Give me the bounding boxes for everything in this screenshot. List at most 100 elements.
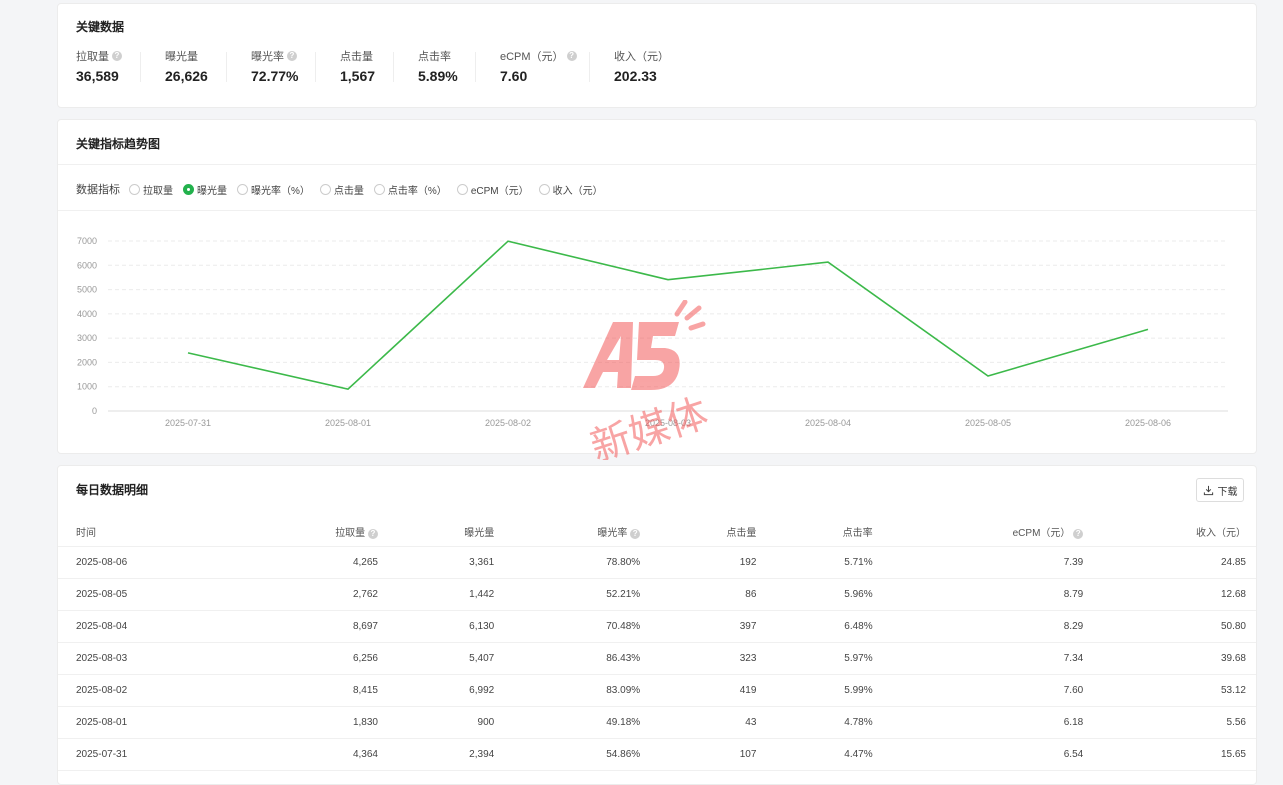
metric-label-text: eCPM（元） bbox=[500, 51, 564, 63]
table-cell: 4.78% bbox=[766, 706, 883, 739]
table-cell: 8.79 bbox=[882, 578, 1094, 611]
table-cell: 2025-08-01 bbox=[58, 706, 243, 739]
column-header-text: 点击率 bbox=[842, 527, 873, 539]
column-header-6: eCPM（元） ? bbox=[882, 516, 1094, 547]
column-header-text: 点击量 bbox=[726, 527, 757, 539]
table-row: 2025-08-02 8,415 6,992 83.09% 419 5.99% 7.60 53… bbox=[58, 674, 1256, 707]
help-icon[interactable]: ? bbox=[566, 51, 577, 61]
table-cell: 8,697 bbox=[242, 610, 388, 643]
column-header-3: 曝光率 ? bbox=[504, 516, 651, 547]
metric-label: 拉取量? bbox=[76, 48, 122, 64]
y-tick-label: 7000 bbox=[77, 236, 97, 246]
table-row: 2025-08-03 6,256 5,407 86.43% 323 5.97% 7.34 39… bbox=[58, 642, 1256, 675]
column-header-7: 收入（元） bbox=[1093, 516, 1256, 547]
table-cell: 78.80% bbox=[504, 546, 651, 579]
metric-divider bbox=[226, 52, 227, 82]
help-icon[interactable]: ? bbox=[112, 51, 122, 61]
help-icon[interactable]: ? bbox=[630, 528, 641, 539]
series-line bbox=[187, 240, 1149, 391]
x-tick-label: 2025-07-31 bbox=[165, 418, 211, 428]
radio-label: 收入（元） bbox=[552, 185, 603, 197]
table-cell: 2025-08-03 bbox=[58, 642, 243, 675]
radio-option-2[interactable]: 曝光率（%） bbox=[237, 182, 310, 197]
radio-circle[interactable] bbox=[237, 183, 248, 195]
help-icon[interactable]: ? bbox=[287, 51, 297, 61]
help-icon[interactable]: ? bbox=[367, 528, 378, 539]
table-cell: 4.47% bbox=[766, 738, 883, 771]
table-cell: 900 bbox=[387, 706, 505, 739]
column-header-0: 时间 bbox=[58, 516, 243, 547]
radio-label: 曝光率（%） bbox=[251, 185, 310, 197]
metric-3: 点击量 1,567 bbox=[340, 48, 375, 84]
y-tick-label: 0 bbox=[92, 406, 97, 416]
metric-value: 7.60 bbox=[500, 68, 528, 84]
metric-value: 202.33 bbox=[614, 68, 657, 84]
divider bbox=[58, 164, 1256, 165]
column-header-text: eCPM（元） bbox=[1012, 527, 1071, 539]
metric-label-text: 拉取量 bbox=[76, 51, 109, 63]
table-cell: 39.68 bbox=[1093, 642, 1256, 675]
radio-option-1[interactable]: 曝光量 bbox=[183, 182, 227, 197]
table-cell: 54.86% bbox=[504, 738, 651, 771]
radio-label: 点击量 bbox=[333, 185, 364, 197]
table-cell: 2025-08-04 bbox=[58, 610, 243, 643]
column-header-2: 曝光量 bbox=[387, 516, 505, 547]
metric-label-text: 曝光量 bbox=[165, 51, 198, 63]
table-cell: 6,130 bbox=[387, 610, 505, 643]
x-tick-label: 2025-08-06 bbox=[1125, 418, 1171, 428]
radio-option-4[interactable]: 点击率（%） bbox=[373, 182, 447, 197]
table-row: 2025-08-06 4,265 3,361 78.80% 192 5.71% 7.39 24… bbox=[58, 546, 1256, 579]
download-button[interactable]: 下载 bbox=[1196, 478, 1244, 502]
table-cell: 4,265 bbox=[242, 546, 388, 579]
table-cell: 43 bbox=[650, 706, 767, 739]
table-cell: 2025-08-05 bbox=[58, 578, 243, 611]
table-cell: 12.68 bbox=[1093, 578, 1256, 611]
radio-option-6[interactable]: 收入（元） bbox=[538, 182, 603, 197]
x-tick-label: 2025-08-01 bbox=[325, 418, 371, 428]
radio-option-0[interactable]: 拉取量 bbox=[129, 182, 173, 197]
radio-circle[interactable] bbox=[183, 183, 194, 195]
table-cell: 49.18% bbox=[504, 706, 651, 739]
table-cell: 15.65 bbox=[1093, 738, 1256, 771]
table-cell: 1,442 bbox=[387, 578, 505, 611]
x-tick-label: 2025-08-04 bbox=[805, 418, 851, 428]
metric-value: 36,589 bbox=[76, 68, 119, 84]
table-cell: 8.29 bbox=[882, 610, 1094, 643]
y-tick-label: 6000 bbox=[77, 260, 97, 270]
help-icon[interactable]: ? bbox=[1073, 528, 1084, 539]
radio-circle[interactable] bbox=[538, 183, 550, 195]
column-header-text: 曝光量 bbox=[464, 527, 495, 539]
table-cell: 419 bbox=[650, 674, 767, 707]
table-cell: 2,762 bbox=[242, 578, 388, 611]
column-header-4: 点击量 bbox=[650, 516, 767, 547]
metric-label: 曝光量 bbox=[165, 48, 208, 64]
metric-label: 点击率 bbox=[418, 48, 458, 64]
radio-circle[interactable] bbox=[373, 183, 385, 195]
radio-circle[interactable] bbox=[319, 183, 331, 195]
metric-6: 收入（元） 202.33 bbox=[614, 48, 669, 84]
metric-divider bbox=[393, 52, 394, 82]
radio-circle[interactable] bbox=[129, 183, 140, 195]
table-cell: 4,364 bbox=[242, 738, 388, 771]
table-cell: 2025-08-02 bbox=[58, 674, 243, 707]
table-row: 2025-08-01 1,830 900 49.18% 43 4.78% 6.18 5.56 bbox=[58, 706, 1256, 739]
x-tick-label: 2025-08-03 bbox=[645, 418, 691, 428]
download-icon bbox=[1203, 485, 1213, 495]
radio-circle[interactable] bbox=[456, 183, 468, 195]
key-metrics-card: 关键数据 拉取量? 36,589 曝光量 26,626 曝光率? 72.77% 点击量 1,5… bbox=[57, 3, 1257, 108]
table-cell: 107 bbox=[650, 738, 767, 771]
radio-label: 曝光量 bbox=[197, 185, 227, 197]
table-cell: 5.99% bbox=[766, 674, 883, 707]
table-cell: 7.60 bbox=[882, 674, 1094, 707]
table-cell: 70.48% bbox=[504, 610, 651, 643]
table-cell: 192 bbox=[650, 546, 767, 579]
metric-value: 1,567 bbox=[340, 68, 376, 84]
table-cell: 397 bbox=[650, 610, 767, 643]
table-cell: 323 bbox=[650, 642, 767, 675]
table-row: 2025-08-05 2,762 1,442 52.21% 86 5.96% 8.79 12.… bbox=[58, 578, 1256, 611]
metric-label: 收入（元） bbox=[614, 48, 669, 64]
column-header-1: 拉取量 ? bbox=[242, 516, 388, 547]
radio-option-5[interactable]: eCPM（元） bbox=[456, 182, 529, 197]
radio-label: 拉取量 bbox=[143, 185, 173, 197]
radio-option-3[interactable]: 点击量 bbox=[319, 182, 364, 197]
